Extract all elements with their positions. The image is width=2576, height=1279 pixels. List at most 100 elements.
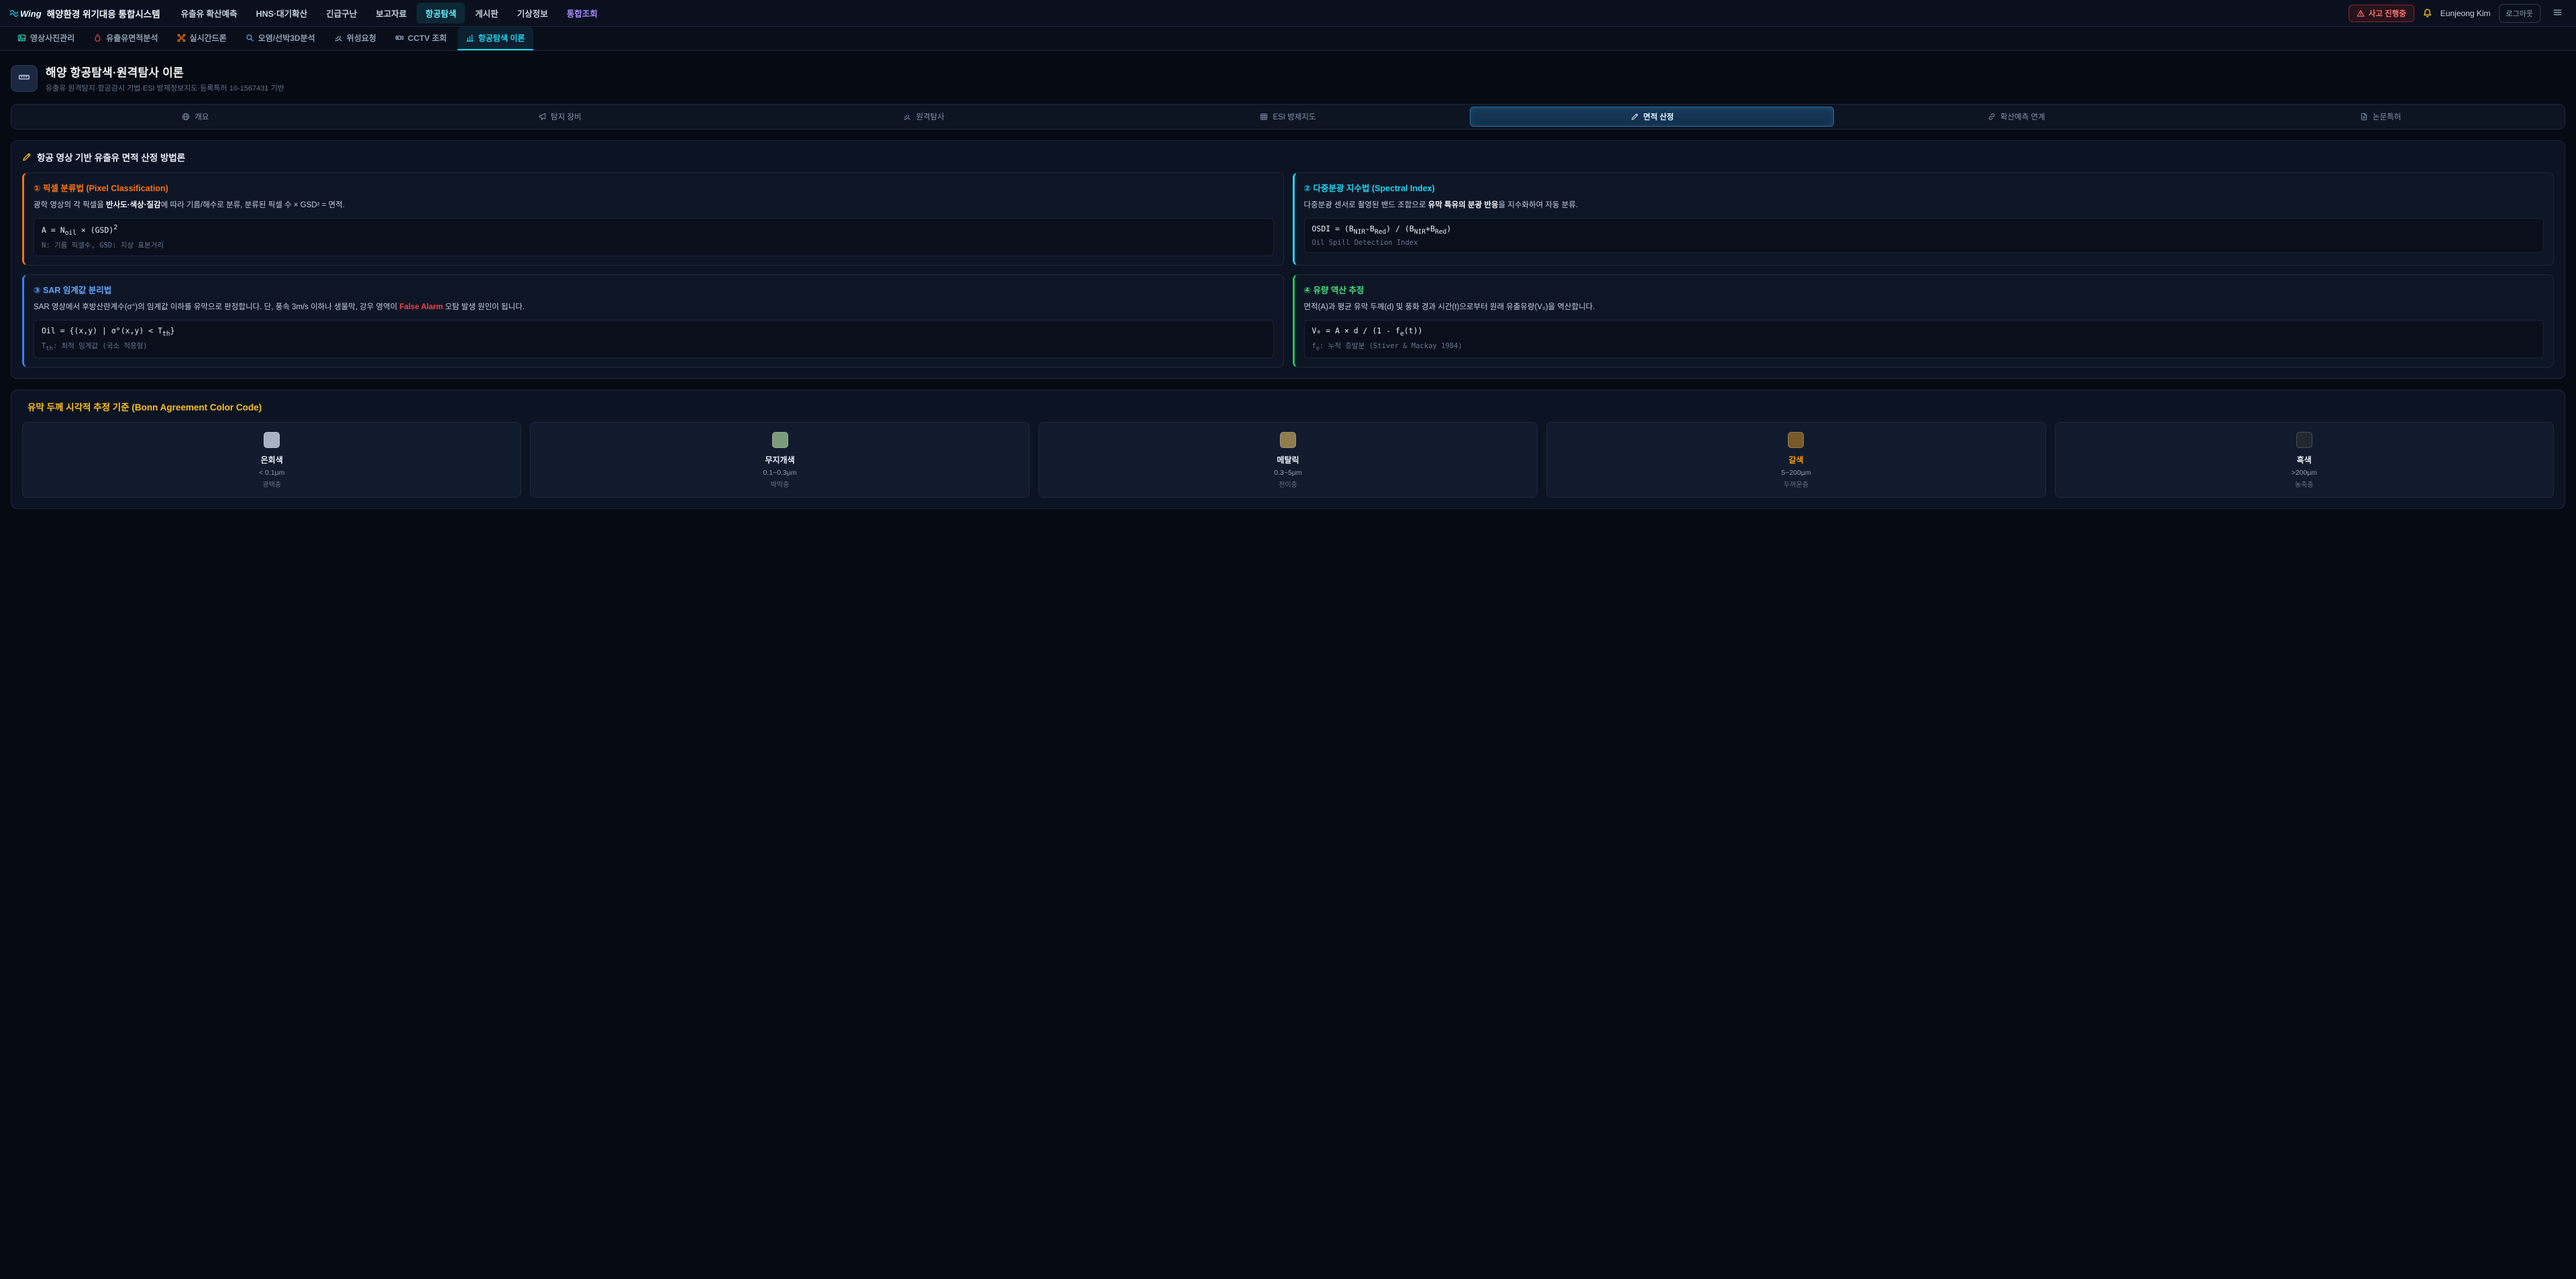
- menu-item-spill-prediction[interactable]: 유출유 확산예측: [172, 3, 246, 23]
- link-icon: [1988, 112, 1996, 121]
- thickness-range: 5~200μm: [1554, 469, 2038, 477]
- warning-icon: [2357, 9, 2365, 18]
- subtab-live-drone[interactable]: 실시간드론: [169, 27, 235, 50]
- color-swatch: [264, 432, 280, 448]
- drone-icon: [177, 33, 186, 43]
- map-grid-icon: [1260, 112, 1268, 121]
- menu-item-weather[interactable]: 기상정보: [508, 3, 557, 23]
- layer-type: 농축층: [2062, 479, 2546, 489]
- satellite-icon: [334, 33, 343, 43]
- subtab-label: 유출유면적분석: [106, 32, 158, 44]
- incident-badge-label: 사고 진행중: [2369, 8, 2406, 19]
- thickness-range: < 0.1μm: [30, 469, 514, 477]
- menu-item-reports[interactable]: 보고자료: [367, 3, 415, 23]
- tab-label: ESI 방제지도: [1273, 111, 1316, 122]
- tab-label: 면적 산정: [1644, 111, 1674, 122]
- method-title: ① 픽셀 분류법 (Pixel Classification): [34, 181, 1274, 194]
- method-body: 광학 영상의 각 픽셀을 반사도·색상·질감에 따라 기름/해수로 분류, 분류…: [34, 199, 1274, 212]
- bonn-title-text: 유막 두께 시각적 추정 기준 (Bonn Agreement Color Co…: [28, 400, 262, 413]
- tab-papers-patents[interactable]: 논문특허: [2198, 107, 2563, 127]
- subtab-image-management[interactable]: 영상사진관리: [9, 27, 83, 50]
- tab-label: 탐지 장비: [551, 111, 582, 122]
- notification-bell-icon[interactable]: [2422, 8, 2432, 19]
- doc-icon: [2360, 112, 2368, 121]
- color-swatch: [1280, 432, 1296, 448]
- tab-area-estimation[interactable]: 면적 산정: [1470, 107, 1834, 127]
- formula-block: Oil = {(x,y) | σ°(x,y) < Tth} Tth: 최적 임계…: [34, 320, 1274, 358]
- thickness-range: >200μm: [2062, 469, 2546, 477]
- layer-type: 박막층: [537, 479, 1022, 489]
- logout-button[interactable]: 로그아웃: [2499, 4, 2540, 23]
- subtab-oil-area-analysis[interactable]: 유출유면적분석: [85, 27, 166, 50]
- wave-icon: [9, 8, 19, 19]
- bonn-section-title: 유막 두께 시각적 추정 기준 (Bonn Agreement Color Co…: [22, 400, 2554, 413]
- methods-title-text: 항공 영상 기반 유출유 면적 산정 방법론: [37, 150, 185, 164]
- tab-remote-sensing[interactable]: 원격탐사: [742, 107, 1106, 127]
- method-cards: ① 픽셀 분류법 (Pixel Classification) 광학 영상의 각…: [22, 172, 2554, 368]
- formula-note: fe: 누적 증발분 (Stiver & Mackay 1984): [1312, 341, 2536, 352]
- top-right: 사고 진행중 Eunjeong Kim 로그아웃: [2349, 4, 2567, 23]
- menu-item-rescue[interactable]: 긴급구난: [317, 3, 366, 23]
- formula: OSDI = (BNIR-BRed) / (BNIR+BRed): [1312, 224, 2536, 235]
- image-icon: [17, 33, 26, 43]
- formula-block: V₀ = A × d / (1 - fe(t)) fe: 누적 증발분 (Sti…: [1304, 320, 2544, 358]
- subtab-aerial-search-theory[interactable]: 항공탐색 이론: [458, 27, 533, 50]
- tab-esi-map[interactable]: ESI 방제지도: [1106, 107, 1470, 127]
- subtab-cctv[interactable]: CCTV 조회: [387, 27, 455, 50]
- formula-note: Tth: 최적 임계값 (국소 적응형): [42, 341, 1266, 352]
- tab-overview[interactable]: 개요: [13, 107, 378, 127]
- hamburger-menu-icon[interactable]: [2548, 5, 2567, 21]
- formula-block: OSDI = (BNIR-BRed) / (BNIR+BRed) Oil Spi…: [1304, 218, 2544, 253]
- menu-item-hns[interactable]: HNS·대기확산: [248, 3, 317, 23]
- page-header: 해양 항공탐색·원격탐사 이론 유출유 원격탐지·항공감시 기법·ESI 방제정…: [11, 63, 2565, 93]
- formula: Oil = {(x,y) | σ°(x,y) < Tth}: [42, 326, 1266, 337]
- subtab-label: CCTV 조회: [408, 32, 447, 44]
- area-methods-panel: 항공 영상 기반 유출유 면적 산정 방법론 ① 픽셀 분류법 (Pixel C…: [11, 140, 2565, 379]
- tab-label: 원격탐사: [916, 111, 944, 122]
- layer-type: 광택층: [30, 479, 514, 489]
- method-card-sar-threshold: ③ SAR 임계값 분리법 SAR 영상에서 후방산란계수(σ°)의 임계값 이…: [22, 274, 1284, 368]
- page-subtitle: 유출유 원격탐지·항공감시 기법·ESI 방제정보지도·등록특허 10-1567…: [46, 82, 284, 93]
- menu-item-board[interactable]: 게시판: [466, 3, 507, 23]
- incident-status-badge[interactable]: 사고 진행중: [2349, 5, 2414, 22]
- method-card-volume-inversion: ④ 유량 역산 추정 면적(A)과 평균 유막 두께(d) 및 풍화 경과 시간…: [1293, 274, 2555, 368]
- tab-detection-equipment[interactable]: 탐지 장비: [378, 107, 742, 127]
- magnifier-icon: [246, 33, 254, 43]
- tab-label: 논문특허: [2373, 111, 2401, 122]
- satellite-icon: [903, 112, 911, 121]
- layer-type: 두꺼운층: [1554, 479, 2038, 489]
- pencil-icon: [22, 152, 32, 162]
- thickness-range: 0.3~5μm: [1046, 469, 1530, 477]
- top-bar: Wing 해양환경 위기대응 통합시스템 유출유 확산예측 HNS·대기확산 긴…: [0, 0, 2576, 27]
- pencil-icon: [1631, 112, 1639, 121]
- brand[interactable]: Wing 해양환경 위기대응 통합시스템: [9, 7, 160, 20]
- subtab-label: 실시간드론: [190, 32, 227, 44]
- method-title: ④ 유량 역산 추정: [1304, 283, 2544, 296]
- formula-block: A = Noil × (GSD)2 N: 기름 픽셀수, GSD: 지상 표본거…: [34, 218, 1274, 256]
- tab-label: 개요: [195, 111, 209, 122]
- methods-section-title: 항공 영상 기반 유출유 면적 산정 방법론: [22, 150, 2554, 164]
- cctv-icon: [395, 33, 404, 43]
- bonn-card-rainbow: 무지개색 0.1~0.3μm 박막층: [530, 422, 1029, 498]
- logo: Wing: [9, 8, 42, 19]
- tab-diffusion-link[interactable]: 확산예측 연계: [1834, 107, 2198, 127]
- chart-icon: [466, 33, 474, 43]
- page-title: 해양 항공탐색·원격탐사 이론: [46, 63, 284, 80]
- method-card-pixel-classification: ① 픽셀 분류법 (Pixel Classification) 광학 영상의 각…: [22, 172, 1284, 266]
- subtab-pollution-ship-3d[interactable]: 오염/선박3D분석: [237, 27, 323, 50]
- method-title: ② 다중분광 지수법 (Spectral Index): [1304, 181, 2544, 194]
- logo-mark: Wing: [20, 9, 42, 19]
- menu-item-aerial-search[interactable]: 항공탐색: [417, 3, 465, 23]
- user-name: Eunjeong Kim: [2440, 9, 2491, 18]
- thickness-name: 메탈릭: [1046, 454, 1530, 465]
- bonn-card-brown: 갈색 5~200μm 두꺼운층: [1546, 422, 2045, 498]
- subtab-label: 위성요청: [347, 32, 376, 44]
- subtab-label: 영상사진관리: [30, 32, 74, 44]
- droplet-icon: [93, 33, 102, 43]
- formula: V₀ = A × d / (1 - fe(t)): [1312, 326, 2536, 337]
- bonn-card-metallic: 메탈릭 0.3~5μm 전이층: [1038, 422, 1538, 498]
- method-body: 다중분광 센서로 촬영된 밴드 조합으로 유막 특유의 분광 반응을 지수화하여…: [1304, 199, 2544, 212]
- layer-type: 전이층: [1046, 479, 1530, 489]
- menu-item-integrated-search[interactable]: 통합조회: [558, 3, 606, 23]
- subtab-satellite-request[interactable]: 위성요청: [326, 27, 384, 50]
